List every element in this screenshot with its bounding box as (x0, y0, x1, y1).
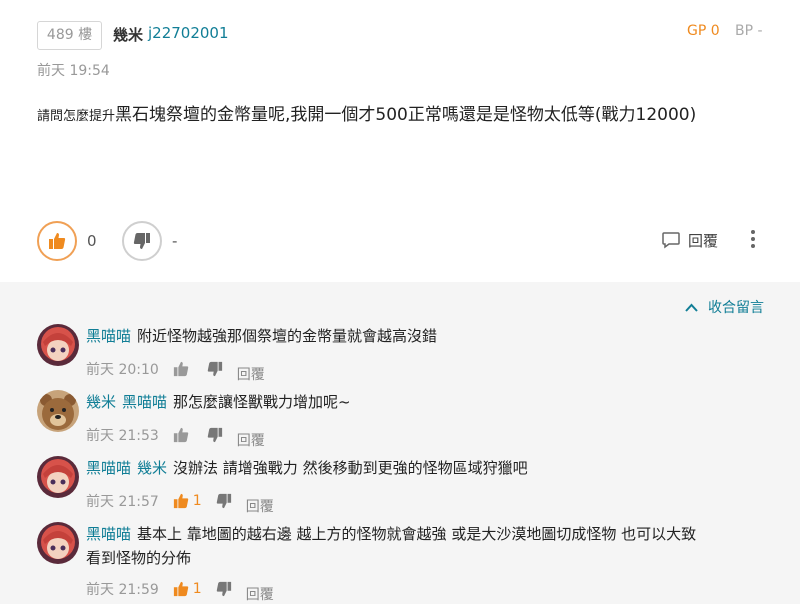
comment-item: 黑喵喵 附近怪物越強那個祭壇的金幣量就會越高沒錯 前天 20:10 回覆 (37, 324, 777, 383)
comment-text: 黑喵喵 附近怪物越強那個祭壇的金幣量就會越高沒錯 (86, 324, 437, 348)
thumbs-down-icon[interactable] (216, 581, 232, 597)
comment-time: 前天 21:53 (86, 428, 159, 444)
thumbs-up-icon[interactable] (173, 581, 189, 597)
comment-item: 黑喵喵 幾米 沒辦法 請增強戰力 然後移動到更強的怪物區域狩獵吧 前天 21:57 … (37, 456, 777, 515)
thumbs-up-icon (49, 233, 66, 249)
comment-gp-count: 1 (192, 493, 202, 509)
thumbs-up-icon[interactable] (173, 493, 189, 509)
comment-text: 幾米 黑喵喵 那怎麼讓怪獸戰力增加呢~ (86, 390, 351, 414)
comment-meta: 前天 21:59 1 回覆 (86, 574, 274, 604)
comment-meta: 前天 21:57 1 回覆 (86, 486, 274, 516)
comments-section: 收合留言 黑喵喵 附近怪物越強那個祭壇的金幣量就會越高沒錯 前天 20:10 回… (0, 282, 800, 604)
comment-text: 黑喵喵 基本上 靠地圖的越右邊 越上方的怪物就會越強 或是大沙漠地圖切成怪物 也可… (86, 522, 696, 570)
more-options-icon[interactable] (750, 229, 756, 249)
post-content-prefix: 請問怎麼提升 (37, 109, 116, 124)
thumbs-up-icon[interactable] (173, 361, 189, 377)
gp-count[interactable]: GP 0 (687, 23, 720, 39)
comment-time: 前天 21:57 (86, 494, 159, 510)
comment-time: 前天 21:59 (86, 582, 159, 598)
avatar[interactable] (37, 522, 79, 564)
dislike-count: - (172, 232, 178, 250)
thumbs-down-icon[interactable] (207, 427, 223, 443)
comment-item: 幾米 黑喵喵 那怎麼讓怪獸戰力增加呢~ 前天 21:53 回覆 (37, 390, 777, 449)
avatar[interactable] (37, 456, 79, 498)
post-content-main: 黑石塊祭壇的金幣量呢,我開一個才500正常嗎還是是怪物太低等(戰力12000) (115, 105, 697, 125)
thumbs-down-icon (133, 233, 150, 249)
author-name[interactable]: 幾米 (113, 24, 143, 45)
comment-mention[interactable]: 黑喵喵 (122, 393, 167, 411)
comment-body: 基本上 靠地圖的越右邊 越上方的怪物就會越強 或是大沙漠地圖切成怪物 也可以大致 (137, 525, 697, 543)
comment-text: 黑喵喵 幾米 沒辦法 請增強戰力 然後移動到更強的怪物區域狩獵吧 (86, 456, 528, 480)
comment-body: 附近怪物越強那個祭壇的金幣量就會越高沒錯 (137, 327, 438, 345)
comment-user[interactable]: 黑喵喵 (86, 525, 131, 543)
author-id[interactable]: j22702001 (148, 24, 229, 42)
comment-user[interactable]: 幾米 (86, 393, 116, 411)
comment-reply-button[interactable]: 回覆 (237, 364, 265, 384)
comment-body-line2: 看到怪物的分佈 (86, 549, 192, 567)
comment-reply-button[interactable]: 回覆 (237, 430, 265, 450)
dislike-button[interactable] (122, 221, 162, 261)
bp-count[interactable]: BP - (735, 23, 763, 39)
comment-meta: 前天 21:53 回覆 (86, 420, 265, 450)
post: 489 樓 幾米 j22702001 GP 0 BP - 前天 19:54 請問… (0, 0, 800, 282)
post-time: 前天 19:54 (37, 63, 110, 79)
chevron-up-icon (685, 303, 698, 312)
comment-reply-button[interactable]: 回覆 (246, 496, 274, 516)
comment-gp-count: 1 (192, 581, 202, 597)
comment-time: 前天 20:10 (86, 362, 159, 378)
collapse-comments-button[interactable]: 收合留言 (685, 297, 764, 317)
reply-icon[interactable] (661, 231, 681, 249)
thumbs-up-icon[interactable] (173, 427, 189, 443)
avatar[interactable] (37, 324, 79, 366)
comment-reply-button[interactable]: 回覆 (246, 584, 274, 604)
comment-user[interactable]: 黑喵喵 (86, 327, 131, 345)
comment-user[interactable]: 黑喵喵 (86, 459, 131, 477)
comment-item: 黑喵喵 基本上 靠地圖的越右邊 越上方的怪物就會越強 或是大沙漠地圖切成怪物 也可… (37, 522, 777, 604)
comment-body: 那怎麼讓怪獸戰力增加呢~ (173, 393, 351, 411)
floor-badge[interactable]: 489 樓 (37, 21, 102, 50)
like-button[interactable] (37, 221, 77, 261)
post-content: 請問怎麼提升黑石塊祭壇的金幣量呢,我開一個才500正常嗎還是是怪物太低等(戰力1… (37, 100, 696, 125)
comment-body: 沒辦法 請增強戰力 然後移動到更強的怪物區域狩獵吧 (173, 459, 528, 477)
comment-meta: 前天 20:10 回覆 (86, 354, 265, 384)
like-count: 0 (87, 232, 97, 250)
thumbs-down-icon[interactable] (207, 361, 223, 377)
comment-mention[interactable]: 幾米 (137, 459, 167, 477)
collapse-label: 收合留言 (708, 300, 764, 316)
thumbs-down-icon[interactable] (216, 493, 232, 509)
reply-button[interactable]: 回覆 (688, 230, 718, 251)
avatar[interactable] (37, 390, 79, 432)
